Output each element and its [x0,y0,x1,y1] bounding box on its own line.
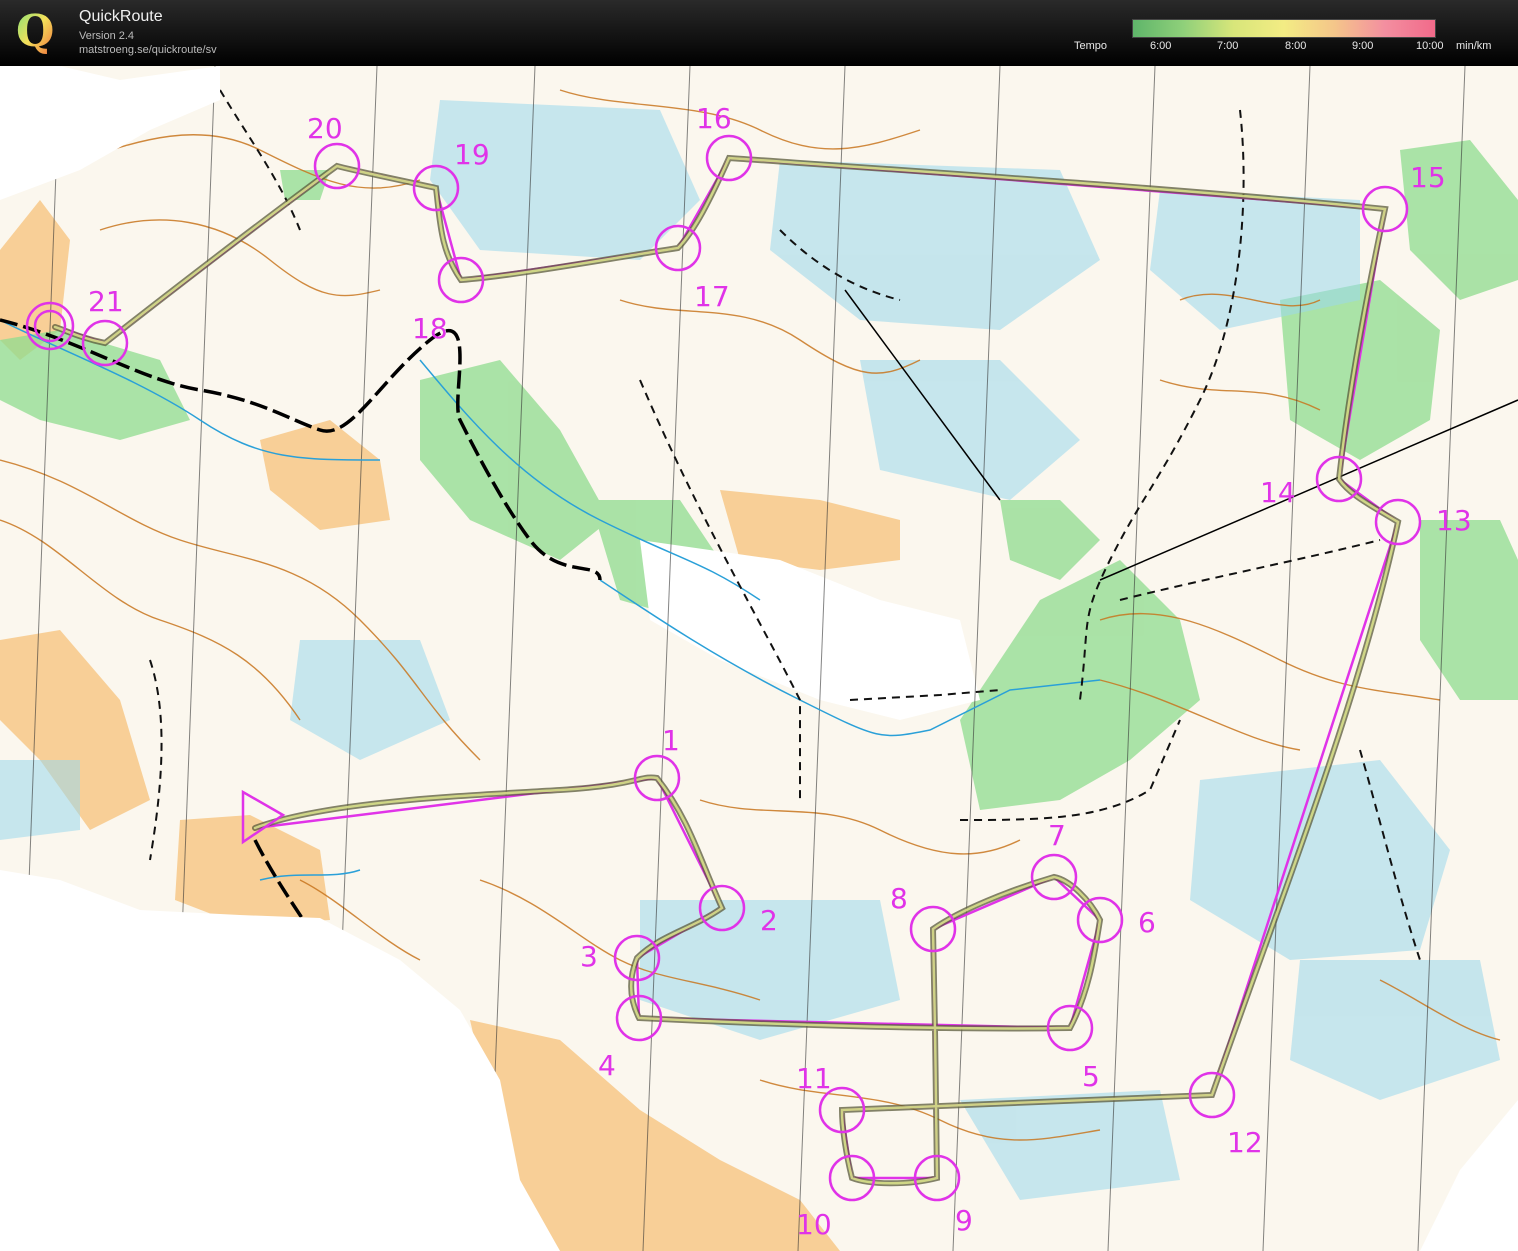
tempo-tick: 7:00 [1217,40,1239,52]
tempo-tick: 10:00 [1416,40,1444,52]
app-header: Q QuickRoute Version 2.4 matstroeng.se/q… [0,0,1518,66]
control-number: 10 [796,1208,832,1241]
control-number: 9 [955,1204,973,1237]
tempo-tick: 9:00 [1352,40,1374,52]
control-number: 2 [760,904,778,937]
control-number: 8 [890,882,908,915]
quickroute-logo-icon: Q [16,6,54,57]
app-version: Version 2.4 [79,30,135,42]
tempo-legend-label: Tempo [1074,40,1108,52]
control-number: 3 [580,940,598,973]
control-number: 19 [454,138,490,171]
control-number: 7 [1048,819,1066,852]
control-number: 6 [1138,906,1156,939]
control-number: 17 [694,280,730,313]
control-number: 20 [307,112,343,145]
control-number: 12 [1227,1126,1263,1159]
control-number: 14 [1260,476,1296,509]
tempo-unit: min/km [1456,40,1492,52]
control-number: 21 [88,285,124,318]
control-number: 1 [662,724,680,757]
logo-letter: Q [16,6,54,57]
tempo-tick: 8:00 [1285,40,1307,52]
control-number: 13 [1436,504,1472,537]
tempo-color-scale [1132,19,1436,38]
control-number: 16 [696,102,732,135]
control-number: 18 [412,312,448,345]
control-number: 11 [796,1062,832,1095]
tempo-tick: 6:00 [1150,40,1172,52]
app-url[interactable]: matstroeng.se/quickroute/sv [79,44,217,56]
control-number: 4 [598,1049,616,1082]
control-number: 15 [1410,161,1446,194]
orienteering-map[interactable]: 1 2 3 4 5 6 7 8 9 10 11 12 13 14 15 16 1… [0,66,1518,1251]
app-title: QuickRoute [79,8,163,25]
control-number: 5 [1082,1060,1100,1093]
